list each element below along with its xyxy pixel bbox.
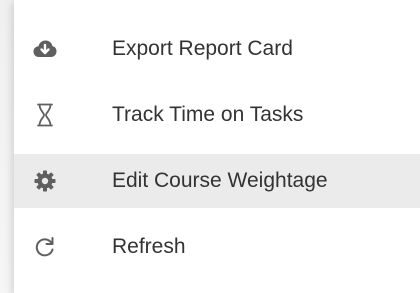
refresh-icon	[32, 234, 58, 260]
gear-icon	[32, 168, 58, 194]
hourglass-icon	[32, 102, 58, 128]
menu-item-edit-course-weightage[interactable]: Edit Course Weightage	[14, 154, 420, 208]
menu-item-track-time-on-tasks[interactable]: Track Time on Tasks	[14, 88, 420, 142]
cloud-download-icon	[32, 36, 58, 62]
menu-item-label: Refresh	[112, 235, 186, 258]
menu-item-label: Export Report Card	[112, 37, 293, 60]
menu-item-label: Edit Course Weightage	[112, 169, 328, 192]
menu-item-label: Track Time on Tasks	[112, 103, 304, 126]
menu-item-refresh[interactable]: Refresh	[14, 220, 420, 274]
menu-item-export-report-card[interactable]: Export Report Card	[14, 22, 420, 76]
dropdown-menu: Export Report Card Track Time on Tasks E…	[14, 0, 420, 293]
